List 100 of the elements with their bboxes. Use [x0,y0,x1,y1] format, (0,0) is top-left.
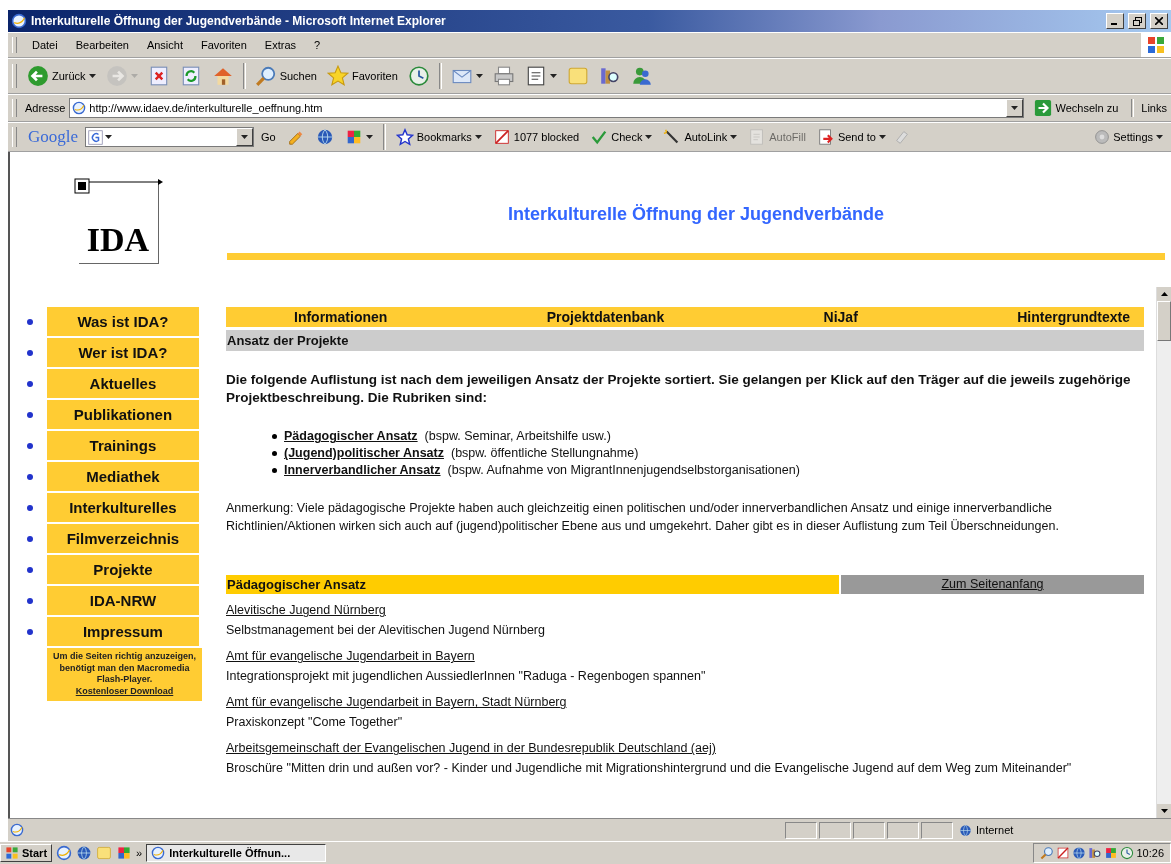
scrollbar[interactable] [1156,287,1171,818]
arrow-left-button[interactable]: Zurück [23,62,100,90]
globe-icon [315,128,334,146]
people-icon [630,65,653,87]
category-note: (bspw. öffentliche Stellungnahme) [450,446,639,461]
taskbar-window[interactable]: Interkulturelle Öffnun... [146,844,327,862]
menu-item[interactable]: ? [307,37,328,53]
arrow-right-icon [105,65,128,87]
nav-button[interactable]: Publikationen [46,400,199,429]
nav-tab[interactable]: NiJaf [823,309,858,325]
globe-icon [959,823,972,837]
scroll-thumb[interactable] [1157,301,1171,341]
bullet-icon [272,433,277,439]
close-button[interactable] [1150,13,1168,29]
project-description: Broschüre "Mitten drin und außen vor? - Kinder und Jugendliche mit Migrationshintergrund und die Evangelische Jugend auf dem Weg zum Miteinander" [226,760,1073,778]
gear-icon [1094,129,1111,145]
bullet-icon [27,535,33,542]
bullet-icon [27,504,33,511]
category-link[interactable]: Innerverbandlicher Ansatz [284,463,441,478]
section-heading: Pädagogischer Ansatz [226,575,839,595]
status-pane [921,821,953,839]
back-to-top-link[interactable]: Zum Seitenanfang [841,575,1144,595]
nav-tab[interactable]: Projektdatenbank [546,309,665,325]
scroll-up-icon [1160,292,1168,296]
security-zone: Internet [976,824,1014,836]
blocked-icon [1056,846,1071,860]
check-button[interactable]: Check [586,125,657,149]
nav-button[interactable]: Filmverzeichnis [46,524,199,553]
browser-icon [56,845,73,861]
settings-button[interactable]: Settings [1090,127,1167,147]
bullet-icon [27,380,33,387]
caret-icon [1010,106,1018,110]
blocked-button[interactable]: 1077 blocked [488,125,584,149]
nav-button[interactable]: Impressum [46,617,199,646]
sendto-button[interactable]: Send to [812,125,890,149]
browser-icon [151,846,166,860]
dropdown-button[interactable] [1005,99,1023,117]
remark-text: Anmerkung: Viele pädagogische Projekte haben auch gleichzeitig einen politischen und/oder innerverbandlichen Ansatz und einige innerverbandliche Richtlinien/Aktionen wirken sich auch auf (jugend)politischer Ebene aus und umgekehrt. Daher gibt es in dieser Auflistung zum Teil Überschneidungen. [226,500,1060,535]
arrow-left-icon [27,65,49,87]
project-link[interactable]: Amt für evangelische Jugendarbeit in Bayern, Stadt Nürnberg [226,692,567,713]
bullet-icon [27,442,33,449]
magnifier-icon [254,65,277,87]
send-icon [816,128,835,146]
google-logo: Google [27,127,80,147]
category-note: (bspw. Aufnahme von MigrantInnenjugendselbstorganisationen) [447,463,800,478]
go-button[interactable]: Wechseln zu [1027,98,1125,118]
windows-logo-icon [5,846,19,860]
nav-button[interactable]: Wer ist IDA? [46,338,199,367]
research-icon [1088,846,1103,860]
bullet-icon [272,450,277,456]
restore-icon [1132,16,1142,26]
restore-button[interactable] [1128,13,1146,29]
autolink-button[interactable]: AutoLink [659,125,742,149]
nav-button[interactable]: Trainings [46,431,199,460]
project-link[interactable]: Alevitische Jugend Nürnberg [226,600,386,621]
nav-button[interactable]: Was ist IDA? [46,307,199,336]
nav-tab[interactable]: Hintergrundtexte [1017,309,1130,325]
star-button[interactable]: Favoriten [322,62,402,90]
address-field[interactable]: http://www.idaev.de/interkulturelle_oeffnung.htm [69,98,1024,118]
magnifier-icon [1040,846,1055,860]
status-pane [785,821,817,839]
links-label[interactable]: Links [1141,102,1167,114]
globe-icon [1072,846,1087,860]
category-link[interactable]: Pädagogischer Ansatz [284,429,418,444]
project-link[interactable]: Arbeitsgemeinschaft der Evangelischen Jugend in der Bundesrepublik Deutschland (aej) [226,738,716,759]
download-link[interactable]: Kostenloser Download [75,686,174,697]
note-icon [96,845,113,861]
menu-item[interactable]: Bearbeiten [68,37,136,53]
star-icon [326,65,349,87]
section-title: Ansatz der Projekte [226,330,1144,351]
start-button[interactable]: Start [0,844,53,862]
menu-item[interactable]: Favoriten [194,37,254,53]
history-icon [407,65,430,87]
more-button[interactable]: » [136,847,143,859]
page-title: Interkulturelle Öffnung der Jugendverbände [506,204,886,225]
bullet-icon [27,349,33,356]
intro-text: Die folgende Auflistung ist nach dem jeweiligen Ansatz der Projekte sortiert. Sie gelangen per Klick auf den Träger auf die jeweils zugehörige Projektbeschreibung. Die Rubriken sind: [226,371,1132,408]
project-link[interactable]: Amt für evangelische Jugendarbeit in Bayern [226,646,475,667]
nav-button[interactable]: Mediathek [46,462,199,491]
flash-notice: Um die Seiten richtig anzuzeigen, benötigt man den Macromedia Flash-Player. Kostenloser Download [47,648,202,701]
status-pane [819,821,851,839]
nav-button[interactable]: Projekte [46,555,199,584]
menu-item[interactable]: Datei [25,37,65,53]
bookmarks-button[interactable]: Bookmarks [391,125,486,149]
magnifier-button[interactable]: Suchen [250,62,321,90]
printer-icon [492,65,515,87]
menu-item[interactable]: Extras [257,37,304,53]
menu-item[interactable]: Ansicht [139,37,190,53]
close-icon [1155,17,1163,25]
puzzle-icon [116,845,133,861]
history-icon [1120,846,1135,860]
minimize-button[interactable] [1106,13,1124,29]
nav-button[interactable]: Interkulturelles [46,493,199,522]
search-field[interactable] [85,127,255,147]
go-button[interactable]: Go [257,128,280,146]
nav-tab[interactable]: Informationen [294,309,388,325]
nav-button[interactable]: IDA-NRW [46,586,199,615]
dropdown-button[interactable] [236,128,254,146]
category-link[interactable]: (Jugend)politischer Ansatz [284,446,444,461]
nav-button[interactable]: Aktuelles [46,369,199,398]
